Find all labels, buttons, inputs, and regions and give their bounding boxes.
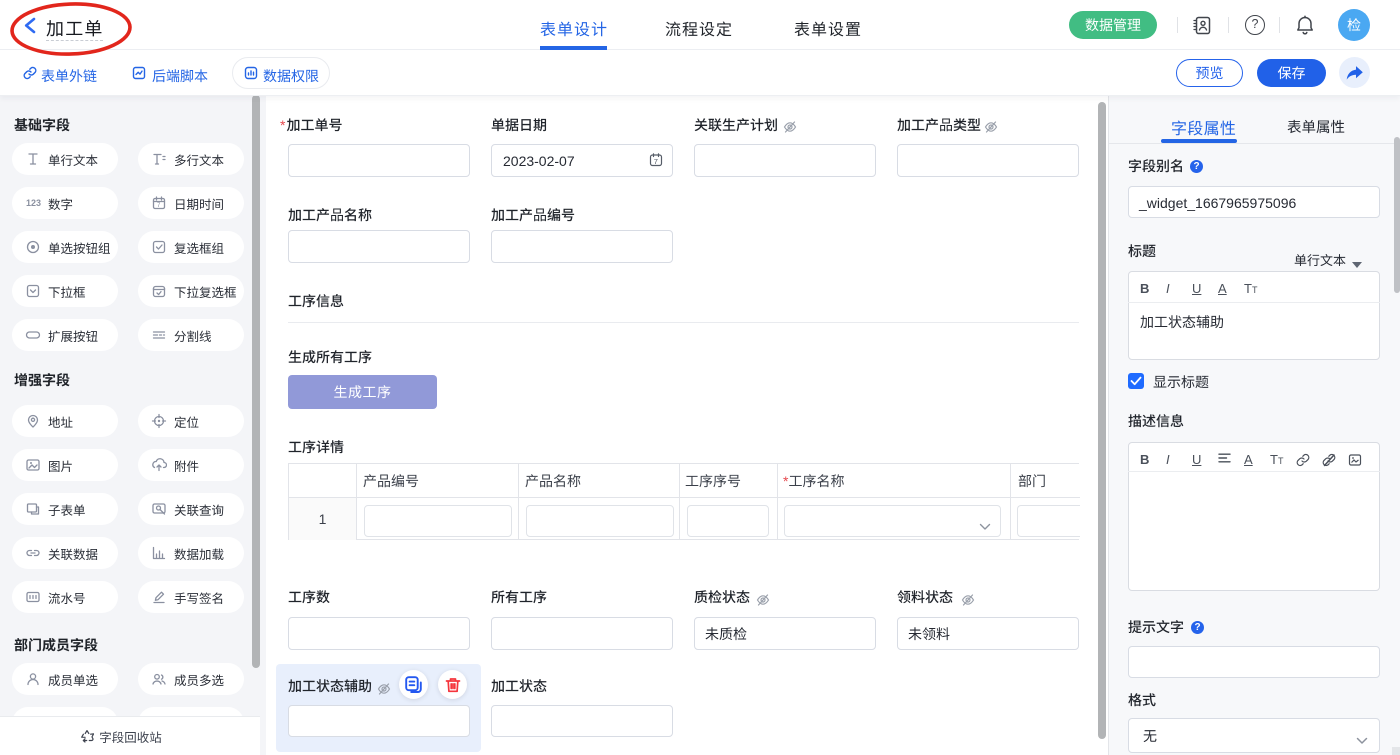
svg-text:123: 123 xyxy=(26,198,41,208)
